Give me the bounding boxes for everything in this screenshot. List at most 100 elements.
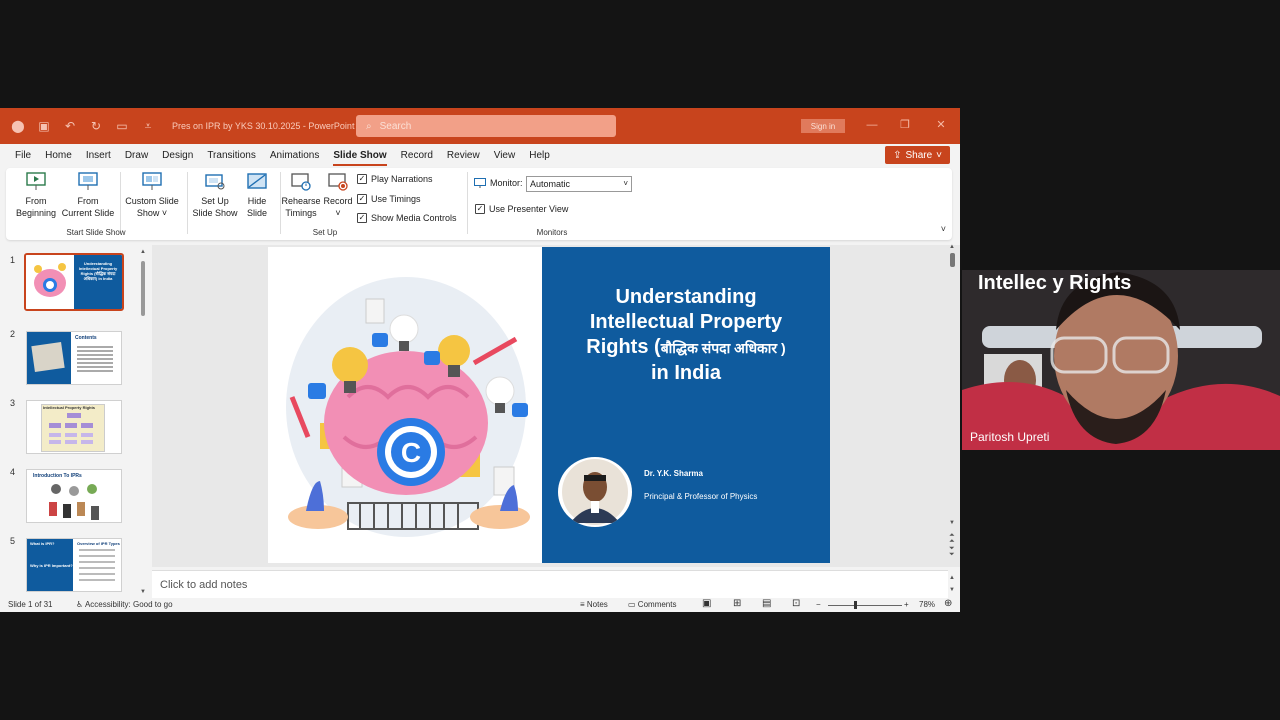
- restore-icon[interactable]: ❐: [897, 117, 913, 133]
- status-bar: Slide 1 of 31 ♿ Accessibility: Good to g…: [0, 598, 960, 612]
- participant-video-tile[interactable]: Intellec y Rights Paritosh Upreti: [962, 270, 1280, 450]
- set-up-line2: Slide Show: [192, 208, 238, 218]
- scroll-down-icon[interactable]: ▼: [949, 587, 955, 593]
- tab-animations[interactable]: Animations: [263, 144, 326, 168]
- powerpoint-logo-icon: ⬤: [11, 119, 25, 133]
- redo-icon[interactable]: ↻: [88, 118, 104, 134]
- sign-in-button[interactable]: Sign in: [801, 119, 845, 133]
- reading-view-icon[interactable]: ▤: [762, 598, 771, 609]
- tab-design[interactable]: Design: [155, 144, 200, 168]
- customize-toolbar-icon[interactable]: ⩡: [140, 118, 156, 134]
- title-line-3-hindi: बौद्धिक संपदा अधिकार: [660, 340, 778, 356]
- scroll-thumb[interactable]: [950, 253, 955, 267]
- tab-record[interactable]: Record: [394, 144, 440, 168]
- thumbnail-scrollbar[interactable]: ▲ ▼: [140, 249, 146, 595]
- previous-slide-icon[interactable]: ⏶ ⏶: [949, 532, 955, 545]
- rehearse-line1: Rehearse: [281, 196, 321, 206]
- rehearse-timings-button[interactable]: Rehearse Timings: [280, 172, 322, 219]
- group-label-start-slide-show: Start Slide Show: [66, 228, 126, 237]
- author-photo: [558, 457, 632, 527]
- monitor-select[interactable]: Automatic ˅: [526, 176, 632, 192]
- start-from-beginning-icon[interactable]: ▭: [114, 118, 130, 134]
- tab-help[interactable]: Help: [522, 144, 557, 168]
- zoom-out-icon[interactable]: −: [816, 600, 821, 609]
- use-presenter-view-checkbox[interactable]: ✓ Use Presenter View: [475, 204, 568, 214]
- scroll-thumb[interactable]: [141, 261, 145, 316]
- tab-home[interactable]: Home: [38, 144, 79, 168]
- tab-transitions[interactable]: Transitions: [200, 144, 263, 168]
- slideshow-view-icon[interactable]: ⊡: [792, 598, 800, 609]
- tab-draw[interactable]: Draw: [118, 144, 155, 168]
- tab-review[interactable]: Review: [440, 144, 487, 168]
- ipr-brain-illustration: C: [286, 277, 530, 537]
- undo-icon[interactable]: ↶: [62, 118, 78, 134]
- from-beginning-button[interactable]: From Beginning: [14, 172, 58, 219]
- screen: ⬤ ▣ ↶ ↻ ▭ ⩡ Pres on IPR by YKS 30.10.202…: [0, 0, 1280, 720]
- thumbnail-slide-5[interactable]: What is IPR? Why is IPR Important? Overv…: [26, 538, 122, 592]
- slide-title[interactable]: Understanding Intellectual Property Righ…: [542, 285, 830, 386]
- title-line-3a: Rights (: [586, 336, 661, 358]
- thumb-3-chart: [41, 404, 105, 452]
- slide-scrollbar[interactable]: ▲ ▼ ⏶ ⏶ ⏷ ⏷ ▲ ▼: [948, 244, 958, 597]
- record-button[interactable]: Record ˅: [322, 172, 354, 219]
- play-narrations-checkbox[interactable]: ✓ Play Narrations: [357, 174, 433, 184]
- background-top: [0, 0, 960, 108]
- scroll-up-icon[interactable]: ▲: [140, 249, 146, 255]
- search-input[interactable]: ⌕ Search: [356, 115, 616, 137]
- rehearse-timings-icon: [291, 173, 311, 191]
- slide-sorter-icon[interactable]: ⊞: [733, 598, 741, 609]
- collapse-ribbon-icon[interactable]: ˅: [941, 224, 946, 234]
- tab-file[interactable]: File: [8, 144, 38, 168]
- participant-video-frame: [962, 270, 1280, 450]
- notes-button[interactable]: ≡ Notes: [580, 600, 608, 609]
- video-background-text: Intellec y Rights: [978, 272, 1132, 294]
- share-button[interactable]: ⇪ Share ˅: [885, 146, 950, 164]
- monitor-label-row: Monitor:: [474, 178, 523, 188]
- scroll-up-icon[interactable]: ▲: [949, 575, 955, 581]
- fit-to-window-icon[interactable]: ⊕: [944, 598, 952, 609]
- slide-title-panel: Understanding Intellectual Property Righ…: [542, 247, 830, 563]
- slide-thumbnails-pane: 1 Understanding Intellectual Property Ri…: [0, 245, 150, 597]
- ribbon-panel: From Beginning From Current Slide Custom…: [6, 168, 952, 240]
- hide-slide-button[interactable]: Hide Slide: [240, 172, 274, 219]
- save-icon[interactable]: ▣: [36, 118, 52, 134]
- comments-label: Comments: [637, 600, 677, 609]
- close-icon[interactable]: ✕: [933, 117, 949, 133]
- thumbnail-slide-2[interactable]: Contents: [26, 331, 122, 385]
- scroll-up-icon[interactable]: ▲: [949, 244, 955, 250]
- comments-button[interactable]: ▭ Comments: [628, 600, 676, 609]
- notes-pane[interactable]: Click to add notes: [152, 570, 948, 598]
- thumb-3-title: Intellectual Property Rights: [43, 405, 96, 410]
- use-timings-checkbox[interactable]: ✓ Use Timings: [357, 194, 421, 204]
- notes-icon: ≡: [580, 600, 585, 609]
- slide-editor[interactable]: C Understanding Intellectual Property Ri…: [152, 245, 960, 567]
- zoom-slider[interactable]: [828, 605, 902, 606]
- accessibility-status[interactable]: ♿ Accessibility: Good to go: [76, 600, 173, 609]
- normal-view-icon[interactable]: ▣: [702, 598, 711, 609]
- zoom-slider-handle[interactable]: [854, 601, 857, 609]
- slideshow-play-icon: [26, 172, 46, 190]
- separator: [120, 172, 121, 234]
- current-slide[interactable]: C Understanding Intellectual Property Ri…: [268, 247, 830, 563]
- brain-illustration-icon: [34, 263, 66, 297]
- tab-slide-show[interactable]: Slide Show: [326, 144, 393, 168]
- zoom-in-icon[interactable]: +: [904, 600, 909, 609]
- next-slide-icon[interactable]: ⏷ ⏷: [949, 545, 955, 558]
- search-icon: ⌕: [366, 120, 372, 132]
- custom-slide-show-button[interactable]: Custom Slide Show ˅: [122, 172, 182, 219]
- thumbnail-slide-1[interactable]: Understanding Intellectual Property Righ…: [24, 253, 124, 311]
- use-timings-label: Use Timings: [371, 194, 421, 204]
- thumbnail-slide-4[interactable]: Introduction To IPRs: [26, 469, 122, 523]
- tab-insert[interactable]: Insert: [79, 144, 118, 168]
- show-media-controls-checkbox[interactable]: ✓ Show Media Controls: [357, 213, 457, 223]
- from-current-slide-button[interactable]: From Current Slide: [60, 172, 116, 219]
- thumb-4-title: Introduction To IPRs: [33, 473, 82, 479]
- zoom-level[interactable]: 78%: [919, 600, 935, 609]
- thumbnail-slide-3[interactable]: Intellectual Property Rights: [26, 400, 122, 454]
- tab-view[interactable]: View: [487, 144, 523, 168]
- scroll-down-icon[interactable]: ▼: [140, 589, 146, 595]
- scroll-down-icon[interactable]: ▼: [949, 520, 955, 526]
- monitor-label: Monitor:: [490, 178, 523, 188]
- minimize-icon[interactable]: —: [864, 117, 880, 133]
- set-up-slide-show-button[interactable]: Set Up Slide Show: [192, 172, 238, 219]
